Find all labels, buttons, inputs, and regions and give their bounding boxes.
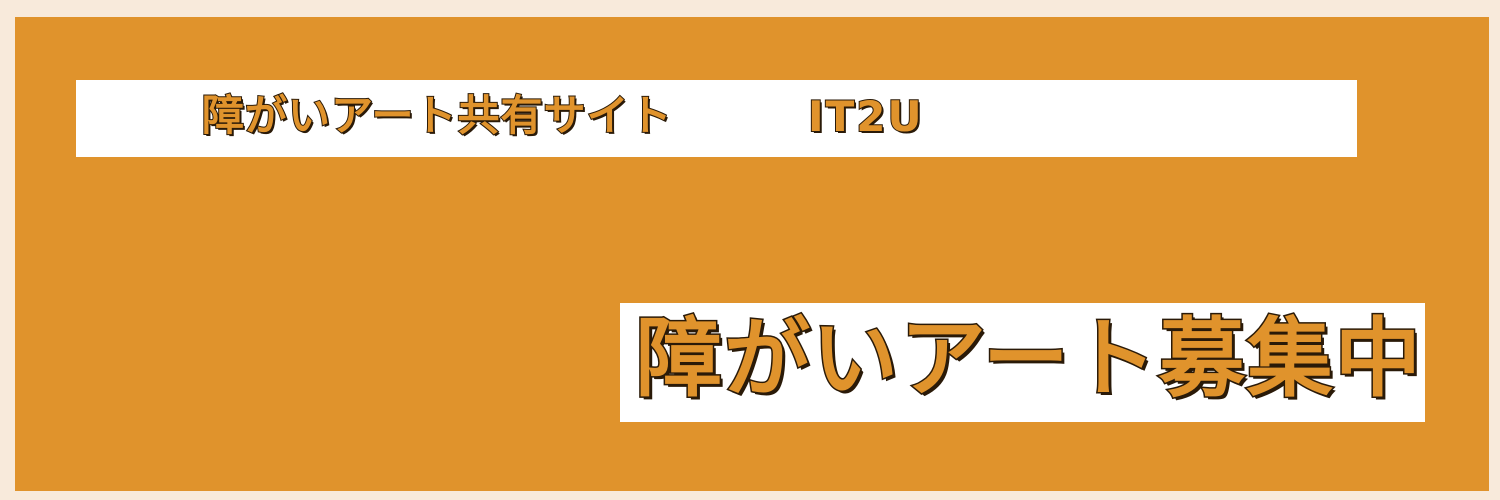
- site-name-text: 障がいアート共有サイト: [201, 91, 673, 140]
- site-code-text: IT2U: [807, 92, 924, 141]
- headline-text: 障がいアート募集中: [635, 309, 1423, 409]
